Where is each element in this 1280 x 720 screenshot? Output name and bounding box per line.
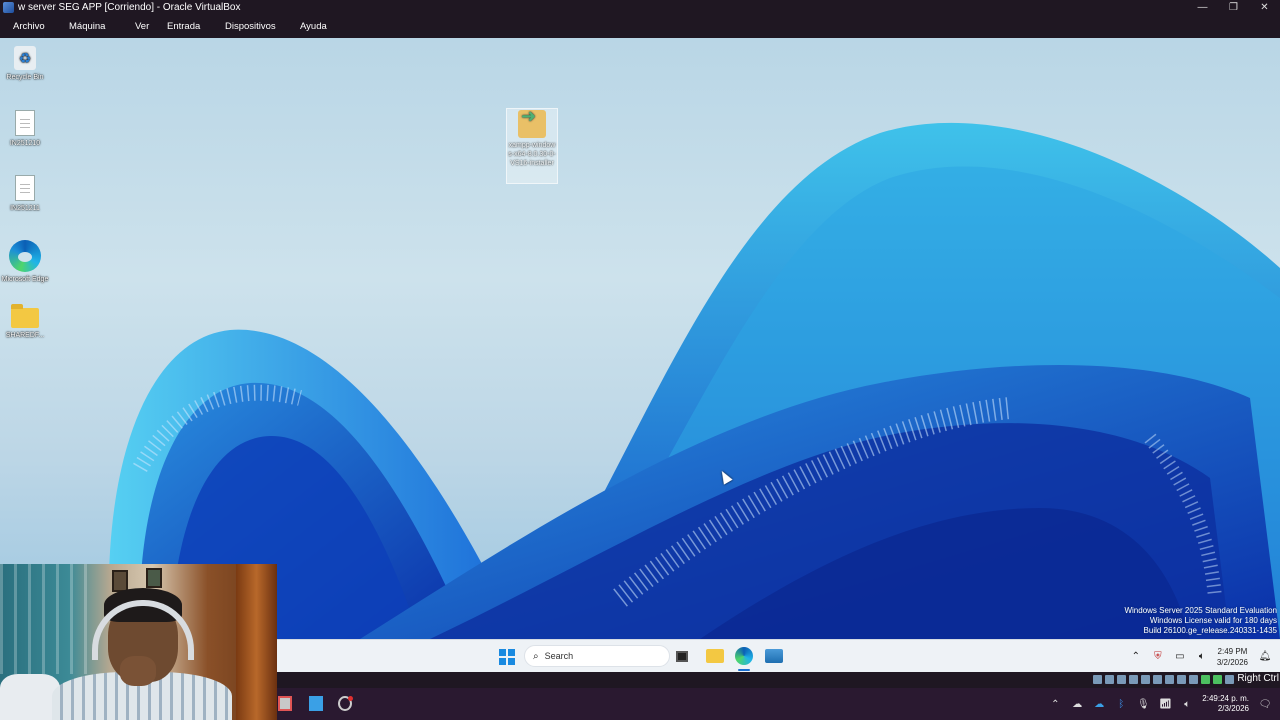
desktop-icon-xampp-installer[interactable]: xampp-windows-x64-8.0.30-0-VS16-installe… xyxy=(507,110,557,168)
display-icon[interactable] xyxy=(1165,675,1174,684)
desktop-icon-label: Recycle Bin xyxy=(6,74,44,81)
desktop-icon-in251211[interactable]: IN251211 xyxy=(0,175,50,213)
watermark-build: Build 26100.ge_release.240331-1435 xyxy=(1143,626,1277,635)
desktop-icon-label: xampp-windows-x64-8.0.30-0-VS16-installe… xyxy=(508,142,556,167)
wall-picture xyxy=(146,568,162,588)
edge-icon[interactable] xyxy=(735,647,753,665)
shared-folder-icon[interactable] xyxy=(1153,675,1162,684)
hdd-icon[interactable] xyxy=(1093,675,1102,684)
recycle-bin-icon: ♻ xyxy=(14,46,36,70)
desktop-icon-label: Microsoft Edge xyxy=(1,276,49,283)
pillow xyxy=(0,674,60,720)
os-watermark: Windows Server 2025 Standard Evaluation … xyxy=(1124,606,1277,636)
active-app-indicator xyxy=(738,669,750,671)
recording-icon[interactable] xyxy=(1177,675,1186,684)
vbox-device-icons xyxy=(1090,675,1234,684)
wooden-door xyxy=(236,564,277,720)
host-date: 2/3/2026 xyxy=(1217,704,1249,713)
host-time: 2:49:24 p. m. xyxy=(1202,694,1249,703)
virtualbox-icon[interactable] xyxy=(278,696,292,711)
person-hand xyxy=(120,656,156,686)
curtain xyxy=(0,564,90,674)
usb-icon[interactable] xyxy=(1141,675,1150,684)
menu-ayuda[interactable]: Ayuda xyxy=(300,21,327,32)
desktop-icon-label: IN251210 xyxy=(9,140,41,147)
menu-archivo[interactable]: Archivo xyxy=(13,21,69,32)
cpu-icon[interactable] xyxy=(1189,675,1198,684)
guest-date: 3/2/2026 xyxy=(1216,657,1248,667)
file-explorer-icon[interactable] xyxy=(706,649,724,663)
document-icon xyxy=(15,110,35,136)
menu-ver[interactable]: Ver xyxy=(135,21,167,32)
minimize-button[interactable]: — xyxy=(1187,0,1218,15)
host-clock[interactable]: 2:49:24 p. m. 2/3/2026 xyxy=(1202,694,1249,714)
guest-time: 2:49 PM xyxy=(1217,646,1248,656)
document-icon xyxy=(15,175,35,201)
onedrive-icon[interactable]: ☁ xyxy=(1092,699,1106,710)
speaker-icon[interactable]: 🔈︎ xyxy=(1180,699,1194,710)
keyboard-icon[interactable] xyxy=(1213,675,1222,684)
bluetooth-icon[interactable]: ᛒ xyxy=(1114,699,1128,710)
host-window-titlebar: w server SEG APP [Corriendo] - Oracle Vi… xyxy=(0,0,1280,15)
task-view-icon[interactable] xyxy=(676,651,688,662)
guest-taskbar: ⌕ Search ⌃ ⛨ ▭ 🔈︎ 2:49 PM 3/2/2026 🔔︎ xyxy=(277,639,1280,672)
chevron-up-icon[interactable]: ⌃ xyxy=(1129,651,1143,662)
watermark-edition: Windows Server 2025 Standard Evaluation xyxy=(1124,606,1277,615)
search-icon: ⌕ xyxy=(533,650,539,662)
guest-clock[interactable]: 2:49 PM 3/2/2026 xyxy=(1217,646,1248,668)
volume-icon[interactable]: 🔈︎ xyxy=(1195,651,1209,662)
optical-drive-icon[interactable] xyxy=(1105,675,1114,684)
server-manager-icon[interactable] xyxy=(765,649,783,663)
wifi-icon[interactable]: 📶︎ xyxy=(1158,699,1172,710)
cloud-icon[interactable]: ☁ xyxy=(1070,699,1084,710)
arrow-icon[interactable] xyxy=(1225,675,1234,684)
audio-icon[interactable] xyxy=(1117,675,1126,684)
recording-indicator xyxy=(348,696,353,701)
installer-icon xyxy=(518,110,546,138)
mic-icon[interactable]: 🎙︎ xyxy=(1136,699,1150,710)
wallpaper-bloom xyxy=(108,122,1280,639)
start-icon[interactable] xyxy=(499,649,515,665)
security-icon[interactable]: ⛨ xyxy=(1151,651,1165,662)
guest-desktop[interactable]: ♻ Recycle Bin IN251210 IN251211 Microsof… xyxy=(0,38,1280,639)
vbox-status-bar: Right Ctrl xyxy=(277,672,1280,688)
notification-icon[interactable]: 🗨︎ xyxy=(1258,699,1272,710)
chevron-up-icon[interactable]: ⌃ xyxy=(1048,699,1062,710)
edge-icon xyxy=(9,240,41,272)
guest-system-tray: ⌃ ⛨ ▭ 🔈︎ 2:49 PM 3/2/2026 🔔︎ xyxy=(1129,640,1280,673)
network-adapter-icon[interactable] xyxy=(1129,675,1138,684)
host-menubar: Archivo Máquina Ver Entrada Dispositivos… xyxy=(0,15,1280,38)
desktop-icon-label: IN251211 xyxy=(10,205,40,212)
search-placeholder: Search xyxy=(544,651,574,661)
watermark-license: Windows License valid for 180 days xyxy=(1149,616,1277,625)
notification-bell-icon[interactable]: 🔔︎ xyxy=(1258,651,1272,662)
menu-maquina[interactable]: Máquina xyxy=(69,21,135,32)
desktop-icon-recycle-bin[interactable]: ♻ Recycle Bin xyxy=(0,46,50,82)
close-button[interactable]: ✕ xyxy=(1249,0,1280,15)
notepad-icon[interactable] xyxy=(309,696,323,711)
mouse-integration-icon[interactable] xyxy=(1201,675,1210,684)
restore-button[interactable]: ❐ xyxy=(1218,0,1249,15)
screen: w server SEG APP [Corriendo] - Oracle Vi… xyxy=(0,0,1280,720)
virtualbox-icon xyxy=(3,2,14,13)
host-key-label: Right Ctrl xyxy=(1237,673,1279,684)
host-window-title: w server SEG APP [Corriendo] - Oracle Vi… xyxy=(18,2,241,13)
window-controls: — ❐ ✕ xyxy=(1187,0,1280,15)
menu-dispositivos[interactable]: Dispositivos xyxy=(225,21,300,32)
desktop-icon-sharedfolder[interactable]: SHAREDF... xyxy=(0,304,50,340)
desktop-icon-edge[interactable]: Microsoft Edge xyxy=(0,240,50,284)
desktop-icon-label: SHAREDF... xyxy=(5,332,45,339)
folder-icon xyxy=(11,304,39,328)
network-icon[interactable]: ▭ xyxy=(1173,651,1187,662)
desktop-icon-in251210[interactable]: IN251210 xyxy=(0,110,50,148)
webcam-overlay xyxy=(0,564,277,720)
host-system-tray: ⌃ ☁ ☁ ᛒ 🎙︎ 📶︎ 🔈︎ 2:49:24 p. m. 2/3/2026 … xyxy=(1048,688,1280,720)
search-box[interactable]: ⌕ Search xyxy=(524,645,670,667)
menu-entrada[interactable]: Entrada xyxy=(167,21,225,32)
